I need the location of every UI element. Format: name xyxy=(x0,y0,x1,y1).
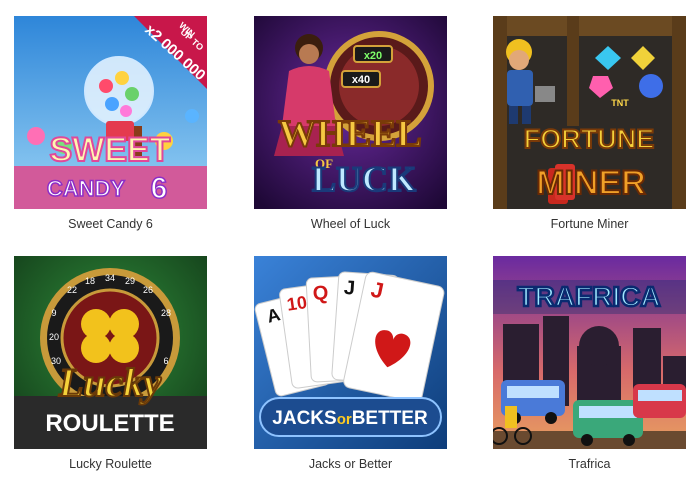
sweet-title: SWEET xyxy=(50,131,171,169)
game-thumbnail-wheel-of-luck[interactable]: x20 x40 WHEEL OF LUCK xyxy=(254,16,447,209)
game-thumbnail-trafrica[interactable]: TRAFRICA xyxy=(493,256,686,449)
multiplier-x40: x40 xyxy=(352,74,370,86)
roulette-number: 28 xyxy=(161,308,171,318)
game-title[interactable]: Lucky Roulette xyxy=(14,457,207,471)
trafrica-title: TRAFRICA xyxy=(517,281,660,312)
roulette-number: 34 xyxy=(105,273,115,283)
card-jack-black: J xyxy=(343,277,356,300)
better-title: BETTER xyxy=(352,408,428,429)
miner-title: MINER xyxy=(536,164,646,202)
game-title[interactable]: Fortune Miner xyxy=(493,217,686,231)
game-tile-wheel-of-luck[interactable]: x20 x40 WHEEL OF LUCK Wheel of Luck xyxy=(254,16,447,231)
candy-title: CANDY xyxy=(47,176,126,201)
six-title: 6 xyxy=(151,172,168,205)
luck-title: LUCK xyxy=(312,159,416,199)
roulette-number: 26 xyxy=(143,285,153,295)
multiplier-x20: x20 xyxy=(364,50,382,62)
tnt-label: TNT xyxy=(611,98,629,108)
game-thumbnail-jacks-or-better[interactable]: A 10 Q J J JACKSorBETTER xyxy=(254,256,447,449)
roulette-number: 18 xyxy=(85,276,95,286)
roulette-number: 29 xyxy=(125,276,135,286)
game-title[interactable]: Trafrica xyxy=(493,457,686,471)
game-thumbnail-lucky-roulette[interactable]: 22 18 34 29 26 9 28 6 30 20 Lucky ROULET… xyxy=(14,256,207,449)
or-title: or xyxy=(337,411,352,428)
roulette-number: 6 xyxy=(163,356,168,366)
fortune-title: FORTUNE xyxy=(524,124,655,154)
game-tile-trafrica[interactable]: TRAFRICA Trafrica xyxy=(493,256,686,471)
card-queen: Q xyxy=(312,282,329,305)
roulette-number: 22 xyxy=(67,285,77,295)
roulette-number: 9 xyxy=(51,308,56,318)
game-tile-fortune-miner[interactable]: TNT FORTUNE MINER Fortune Miner xyxy=(493,16,686,231)
game-thumbnail-sweet-candy-6[interactable]: WIN UP TO x2 000 000 SWEET CANDY 6 xyxy=(14,16,207,209)
game-tile-jacks-or-better[interactable]: A 10 Q J J JACKSorBETTER Jacks or Better xyxy=(254,256,447,471)
jacks-or-better-logo: JACKSorBETTER xyxy=(272,408,428,429)
game-thumbnail-fortune-miner[interactable]: TNT FORTUNE MINER xyxy=(493,16,686,209)
game-tile-sweet-candy-6[interactable]: WIN UP TO x2 000 000 SWEET CANDY 6 Sweet… xyxy=(14,16,207,231)
jacks-title: JACKS xyxy=(272,408,336,429)
game-title[interactable]: Sweet Candy 6 xyxy=(14,217,207,231)
roulette-title: ROULETTE xyxy=(45,410,174,437)
wheel-title: WHEEL xyxy=(278,113,422,155)
card-ten: 10 xyxy=(286,292,309,315)
roulette-number: 20 xyxy=(49,332,59,342)
game-title[interactable]: Wheel of Luck xyxy=(254,217,447,231)
game-tile-lucky-roulette[interactable]: 22 18 34 29 26 9 28 6 30 20 Lucky ROULET… xyxy=(14,256,207,471)
lucky-title: Lucky xyxy=(58,360,161,405)
game-title[interactable]: Jacks or Better xyxy=(254,457,447,471)
